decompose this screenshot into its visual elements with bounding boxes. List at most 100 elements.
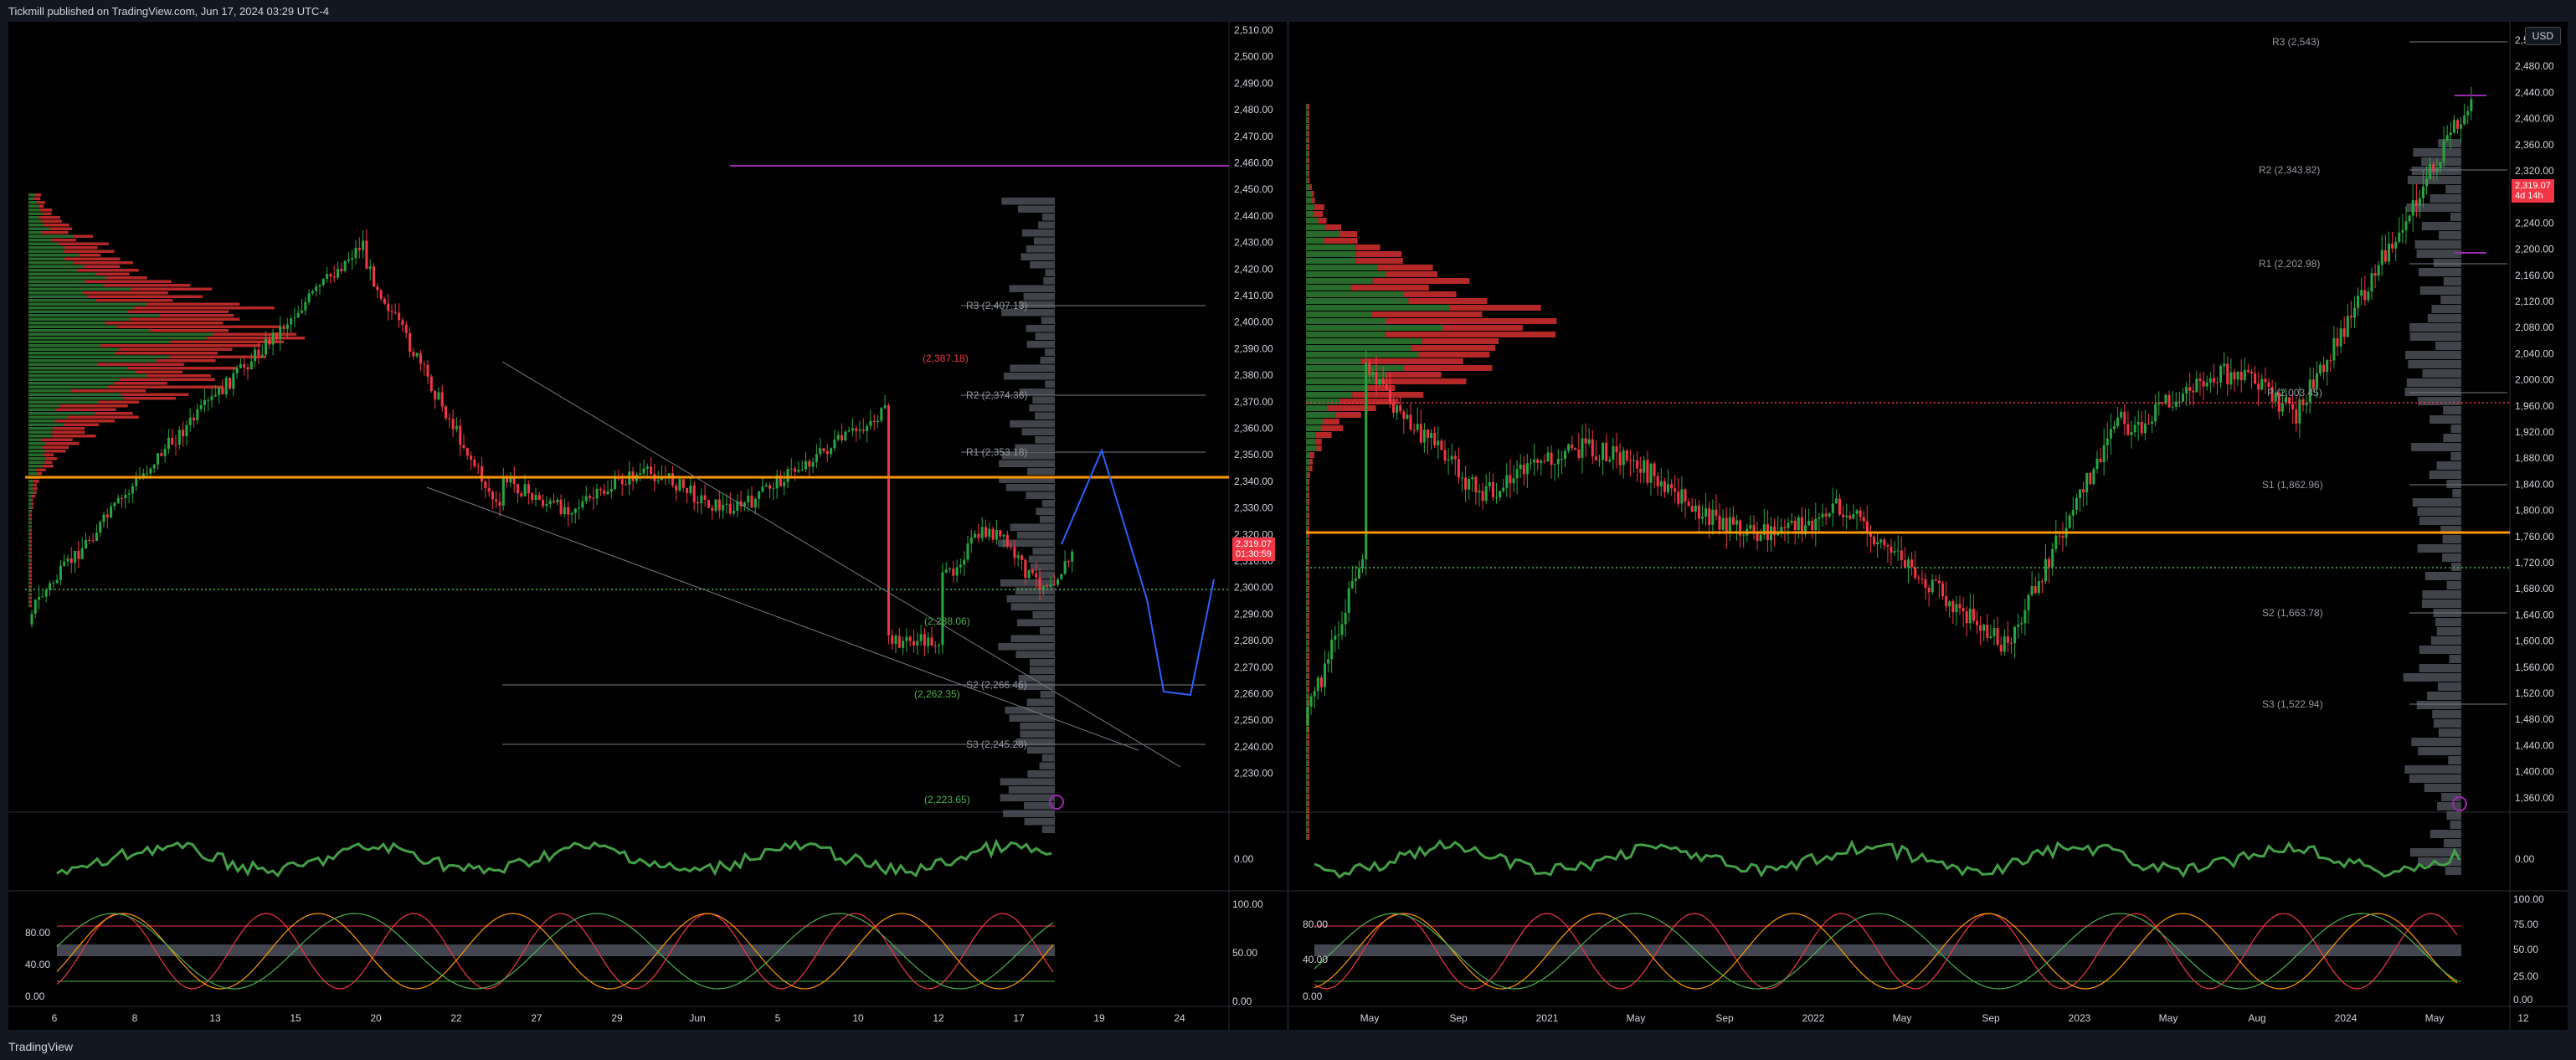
candle-body xyxy=(2171,406,2174,408)
session-volume-bar xyxy=(1033,237,1055,244)
volume-profile-bar xyxy=(28,423,64,426)
candle-body xyxy=(1564,450,1566,460)
session-volume-bar xyxy=(2416,701,2461,709)
session-volume-bar xyxy=(2417,544,2461,553)
volume-profile-bar xyxy=(28,445,43,449)
volume-profile-bar xyxy=(1306,137,1308,143)
volume-profile-bar xyxy=(1306,425,1321,431)
session-volume-bar xyxy=(2419,664,2461,672)
volume-profile-bar xyxy=(1306,445,1317,451)
currency-button[interactable]: USD xyxy=(2524,27,2561,45)
price-axis-label: 2,330.00 xyxy=(1234,502,1273,514)
session-volume-bar xyxy=(1020,723,1055,730)
session-volume-bar xyxy=(1029,404,1055,412)
candle-body xyxy=(2082,489,2085,493)
candle-body xyxy=(2326,360,2329,373)
volume-profile-bar xyxy=(1307,666,1309,672)
volume-profile-bar xyxy=(107,385,224,388)
tradingview-logo[interactable]: TradingView xyxy=(8,1040,73,1053)
volume-profile-bar xyxy=(1306,767,1309,773)
candle-body xyxy=(290,318,293,325)
volume-profile-bar xyxy=(49,227,73,230)
candle-body xyxy=(1972,609,1975,621)
volume-profile-bar xyxy=(1306,620,1308,625)
candle-body xyxy=(1519,464,1522,470)
candle-body xyxy=(1690,506,1694,512)
left-chart-canvas[interactable]: 2,510.00 2,500.00 2,490.00 2,480.00 2,470.00… xyxy=(8,22,1287,1030)
candle-body xyxy=(728,503,732,514)
candle-body xyxy=(203,399,206,405)
candle-body xyxy=(2353,307,2356,318)
candle-body xyxy=(1464,477,1468,490)
candle-body xyxy=(116,497,120,503)
session-volume-bar xyxy=(1026,341,1055,348)
volume-profile-bar xyxy=(1307,807,1309,813)
session-volume-bar xyxy=(998,643,1055,651)
volume-profile-bar xyxy=(28,491,34,494)
volume-profile-bar xyxy=(1308,566,1309,572)
osc-axis-label: 80.00 xyxy=(25,927,50,939)
volume-profile-bar xyxy=(28,246,64,250)
left-last-price-tag: 2,319.07 01:30:59 xyxy=(1232,538,1275,561)
price-axis-label: 2,500.00 xyxy=(1234,51,1273,63)
volume-profile-bar xyxy=(28,212,43,215)
candle-body xyxy=(2346,316,2349,337)
candle-body xyxy=(2020,623,2023,625)
session-volume-bar xyxy=(1041,500,1055,507)
candle-body xyxy=(1989,635,1992,638)
volume-profile-bar xyxy=(28,347,119,351)
volume-profile-bar xyxy=(129,317,240,321)
session-volume-bar xyxy=(1015,587,1055,594)
time-axis-label: May xyxy=(2425,1012,2445,1024)
candle-body xyxy=(167,437,170,450)
price-axis-label: 2,340.00 xyxy=(1234,476,1273,487)
candle-body xyxy=(2336,338,2339,347)
candle-body xyxy=(437,392,440,399)
candle-body xyxy=(412,351,415,357)
volume-profile-bar xyxy=(30,517,32,521)
volume-profile-bar xyxy=(28,344,100,347)
candle-body xyxy=(1067,561,1070,563)
candle-body xyxy=(1927,587,1931,593)
candle-body xyxy=(1002,534,1005,537)
candle-body xyxy=(1718,515,1721,530)
candle-body xyxy=(311,291,314,294)
left-chart-panel[interactable]: 2,510.00 2,500.00 2,490.00 2,480.00 2,470.00… xyxy=(8,22,1287,1030)
session-volume-bar xyxy=(2404,765,2461,774)
candle-body xyxy=(1886,545,1890,547)
candle-body xyxy=(2295,409,2298,424)
volume-profile-bar xyxy=(1308,171,1309,177)
candle-body xyxy=(1852,513,1855,519)
price-axis-label: 1,760.00 xyxy=(2515,531,2554,543)
session-volume-bar xyxy=(2429,830,2461,838)
volume-profile-bar xyxy=(1306,800,1308,806)
volume-profile-bar xyxy=(70,389,147,393)
volume-profile-bar xyxy=(28,261,75,265)
candle-body xyxy=(642,468,645,474)
candle-body xyxy=(2414,200,2418,206)
candle-body xyxy=(88,539,91,541)
candle-body xyxy=(1591,439,1594,457)
candle-body xyxy=(2085,473,2089,493)
candle-body xyxy=(340,268,343,271)
volume-profile-bar xyxy=(28,472,38,476)
volume-profile-bar xyxy=(78,254,101,257)
candle-body xyxy=(2280,403,2284,412)
time-axis-label: 2022 xyxy=(1802,1012,1825,1024)
candle-body xyxy=(1481,491,1484,502)
session-volume-bar xyxy=(1027,770,1055,778)
candle-body xyxy=(2178,401,2181,403)
volume-profile-bar xyxy=(1306,459,1309,465)
right-chart-canvas[interactable]: 2,520.002,480.002,440.002,400.002,360.00… xyxy=(1289,22,2568,1030)
volume-profile-bar xyxy=(1307,740,1309,746)
time-axis-label: 15 xyxy=(290,1012,301,1024)
session-volume-bar xyxy=(2421,599,2461,608)
volume-profile-bar xyxy=(28,317,130,321)
volume-profile-bar xyxy=(95,299,173,302)
session-volume-bar xyxy=(2419,646,2461,654)
volume-profile-bar xyxy=(28,352,116,355)
right-chart-panel[interactable]: 2,520.002,480.002,440.002,400.002,360.00… xyxy=(1289,22,2568,1030)
candle-body xyxy=(455,425,458,430)
volume-profile-bar xyxy=(28,533,30,536)
candle-body xyxy=(1934,579,1937,581)
